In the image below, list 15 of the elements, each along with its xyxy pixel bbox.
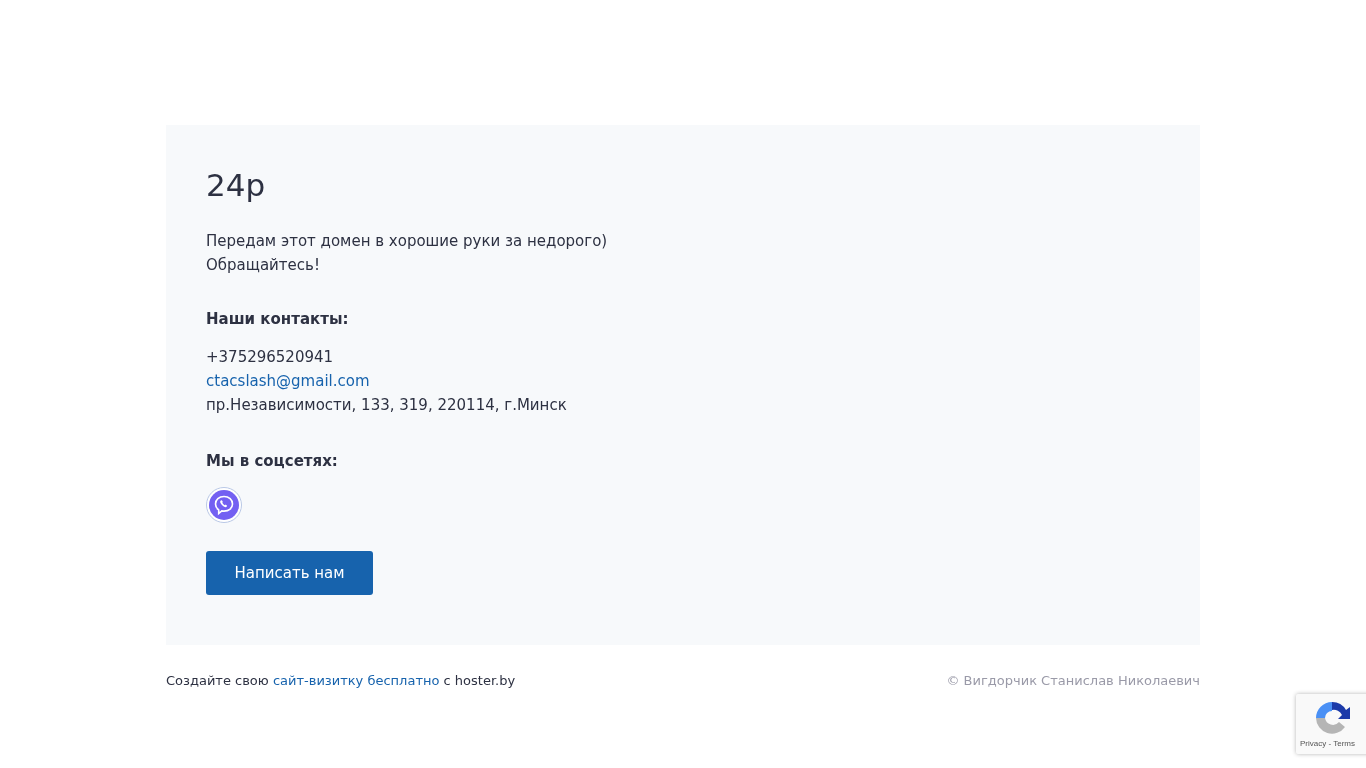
page-title: 24р (206, 166, 266, 205)
privacy-terms-links[interactable]: Privacy - Terms (1300, 739, 1355, 748)
copyright-text: © Вигдорчик Станислав Николаевич (946, 673, 1200, 688)
contact-text: +375296520941 (206, 347, 334, 368)
write-us-button[interactable]: Написать нам (206, 551, 373, 595)
footer-credit-text: Создайте свою сайт-визитку бесплатно с hoster.by (166, 673, 516, 688)
site-builder-link[interactable]: сайт-визитку бесплатно (272, 673, 440, 688)
description-text: Обращайтесь! (206, 255, 321, 276)
social-heading: Мы в соцсетях: (206, 451, 338, 472)
viber-icon[interactable] (206, 487, 242, 523)
description-text: Передам этот домен в хорошие руки за недорого) (206, 231, 608, 252)
email-link[interactable]: ctacslash@gmail.com (206, 369, 370, 393)
contacts-heading: Наши контакты: (206, 309, 349, 330)
contact-text: пр.Независимости, 133, 319, 220114, г.Минск (206, 395, 567, 416)
recaptcha-icon (1313, 699, 1351, 737)
